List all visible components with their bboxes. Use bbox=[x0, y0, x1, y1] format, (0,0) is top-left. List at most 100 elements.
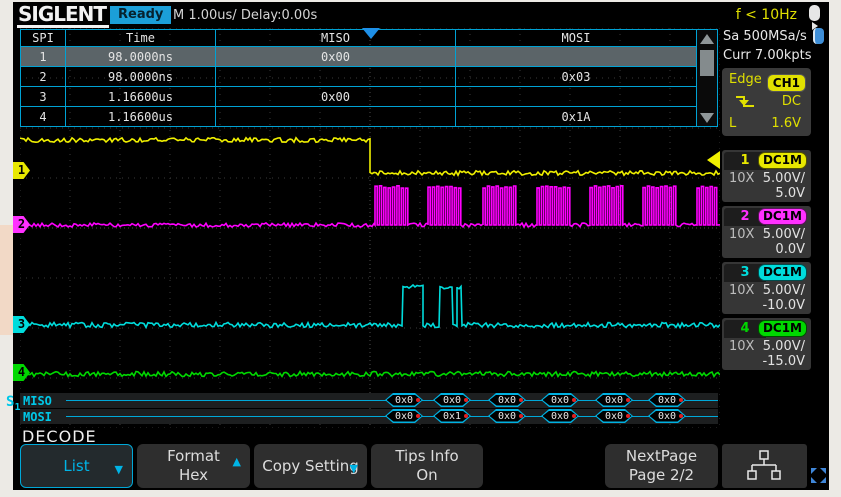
scope-screen: SIGLENT Ready M 1.00us/ Delay:0.00s f < … bbox=[13, 2, 829, 490]
probe-attenuation: 10X bbox=[729, 339, 754, 354]
trigger-mode-label: Edge bbox=[729, 72, 762, 87]
decoded-byte-bubble: 0x0 bbox=[488, 393, 526, 407]
chevron-down-icon: ▼ bbox=[115, 460, 123, 479]
table-cell: 98.0000ns bbox=[66, 47, 216, 66]
trigger-settings-panel[interactable]: Edge CH1 DC L 1.6V bbox=[722, 68, 811, 136]
softkey-label: Tips Info bbox=[395, 447, 458, 466]
error-dot bbox=[679, 398, 683, 402]
trigger-position-marker[interactable] bbox=[362, 28, 380, 39]
error-dot bbox=[679, 414, 683, 418]
column-header: MOSI bbox=[456, 30, 697, 46]
siglent-logo: SIGLENT bbox=[17, 3, 109, 28]
volts-per-div: 5.00V/ bbox=[763, 171, 805, 186]
network-topology-icon bbox=[744, 449, 784, 483]
error-dot bbox=[626, 398, 630, 402]
softkey-value: Page 2/2 bbox=[629, 466, 694, 485]
fullscreen-expand-icon[interactable] bbox=[810, 467, 827, 488]
table-cell: 0x1A bbox=[456, 107, 697, 126]
decoded-byte-bubble: 0x0 bbox=[385, 409, 423, 423]
column-header: Time bbox=[66, 30, 216, 46]
coupling-badge: DC1M bbox=[758, 208, 807, 225]
acquisition-status-badge: Ready bbox=[110, 6, 171, 24]
table-cell: 0x00 bbox=[216, 87, 456, 106]
decode-bus-row-mosi: MOSI 0x0 0x1 0x0 0x0 0x0 0x0 bbox=[20, 409, 718, 424]
decoded-byte-bubble: 0x0 bbox=[595, 409, 633, 423]
decoded-byte-bubble: 0x1 bbox=[433, 409, 471, 423]
channel-offset: 5.0V bbox=[775, 186, 805, 201]
table-cell: 0x00 bbox=[216, 47, 456, 66]
sample-rate-readout: Sa 500MSa/s bbox=[723, 29, 807, 44]
trigger-level-marker[interactable] bbox=[707, 151, 720, 169]
volts-per-div: 5.00V/ bbox=[763, 339, 805, 354]
softkey-format[interactable]: FormatHex ▲ bbox=[137, 444, 250, 488]
error-dot bbox=[572, 414, 576, 418]
softkey-list[interactable]: List ▼ bbox=[20, 444, 133, 488]
bus-signal-label: MISO bbox=[23, 394, 52, 408]
table-row[interactable]: 31.16600us0x00 bbox=[21, 86, 717, 106]
trigger-coupling-value: DC bbox=[782, 94, 801, 109]
trigger-level-value: 1.6V bbox=[771, 116, 801, 131]
bus-number: 1 bbox=[14, 402, 20, 413]
decoded-byte-bubble: 0x0 bbox=[433, 393, 471, 407]
coupling-badge: DC1M bbox=[758, 264, 807, 281]
decoded-byte-bubble: 0x0 bbox=[385, 393, 423, 407]
menu-scroll-handle[interactable] bbox=[809, 5, 820, 21]
table-cell: 1.16600us bbox=[66, 107, 216, 126]
volts-per-div: 5.00V/ bbox=[763, 227, 805, 242]
coupling-badge: DC1M bbox=[758, 320, 807, 337]
sidebar-scroll-handle[interactable] bbox=[813, 28, 824, 44]
channel-1-status-box[interactable]: 1DC1M10X5.00V/5.0V bbox=[722, 150, 811, 202]
table-row[interactable]: 198.0000ns0x00 bbox=[21, 46, 717, 66]
coupling-badge: DC1M bbox=[758, 152, 807, 169]
column-header: MISO bbox=[216, 30, 456, 46]
decoded-byte-bubble: 0x0 bbox=[595, 393, 633, 407]
probe-attenuation: 10X bbox=[729, 171, 754, 186]
channel-offset: 0.0V bbox=[775, 242, 805, 257]
table-cell: 3 bbox=[21, 87, 66, 106]
softkey-label: Format bbox=[167, 447, 220, 466]
table-row[interactable]: 298.0000ns0x03 bbox=[21, 66, 717, 86]
softkey-copy-setting[interactable]: Copy Setting▼ bbox=[254, 444, 367, 488]
softkey-label: List bbox=[63, 457, 89, 476]
decoded-byte-bubble: 0x0 bbox=[648, 409, 686, 423]
error-dot bbox=[519, 414, 523, 418]
table-cell bbox=[456, 87, 697, 106]
probe-attenuation: 10X bbox=[729, 227, 754, 242]
table-cell bbox=[216, 107, 456, 126]
table-cell: 1 bbox=[21, 47, 66, 66]
decoded-byte-bubble: 0x0 bbox=[488, 409, 526, 423]
bus-signal-label: MOSI bbox=[23, 410, 52, 424]
softkey-label: NextPage bbox=[626, 447, 697, 466]
table-cell: 98.0000ns bbox=[66, 67, 216, 86]
table-cell bbox=[456, 47, 697, 66]
softkey-value: Hex bbox=[179, 466, 208, 485]
decode-bus-label: S1 bbox=[6, 394, 20, 413]
channel-2-status-box[interactable]: 2DC1M10X5.00V/0.0V bbox=[722, 206, 811, 258]
channel-4-status-box[interactable]: 4DC1M10X5.00V/-15.0V bbox=[722, 318, 811, 370]
falling-edge-icon bbox=[734, 94, 756, 110]
utility-button[interactable] bbox=[722, 444, 807, 488]
table-cell bbox=[216, 67, 456, 86]
softkey-label: Copy Setting bbox=[262, 457, 359, 476]
channel-3-status-box[interactable]: 3DC1M10X5.00V/-10.0V bbox=[722, 262, 811, 314]
softkey-value: On bbox=[416, 466, 437, 485]
decoded-byte-bubble: 0x0 bbox=[648, 393, 686, 407]
softkey-next-page[interactable]: NextPagePage 2/2 bbox=[605, 444, 718, 488]
table-row[interactable]: 41.16600us0x1A bbox=[21, 106, 717, 126]
decoded-byte-bubble: 0x0 bbox=[541, 409, 579, 423]
table-scrollbar[interactable] bbox=[696, 30, 717, 126]
probe-attenuation: 10X bbox=[729, 283, 754, 298]
chevron-up-icon: ▲ bbox=[233, 452, 241, 471]
error-dot bbox=[519, 398, 523, 402]
volts-per-div: 5.00V/ bbox=[763, 283, 805, 298]
oscilloscope-screenshot: SIGLENT Ready M 1.00us/ Delay:0.00s f < … bbox=[0, 0, 841, 497]
trigger-level-label: L bbox=[729, 116, 736, 131]
chevron-down-icon: ▼ bbox=[350, 459, 358, 478]
softkey-tips-info[interactable]: Tips InfoOn bbox=[371, 444, 483, 488]
scroll-down-icon[interactable] bbox=[700, 113, 714, 123]
scrollbar-thumb[interactable] bbox=[700, 50, 714, 76]
scroll-up-icon[interactable] bbox=[700, 34, 714, 44]
column-header: SPI bbox=[21, 30, 66, 46]
table-cell: 0x03 bbox=[456, 67, 697, 86]
spi-decode-list-table: SPITimeMISOMOSI198.0000ns0x00298.0000ns0… bbox=[20, 29, 718, 127]
